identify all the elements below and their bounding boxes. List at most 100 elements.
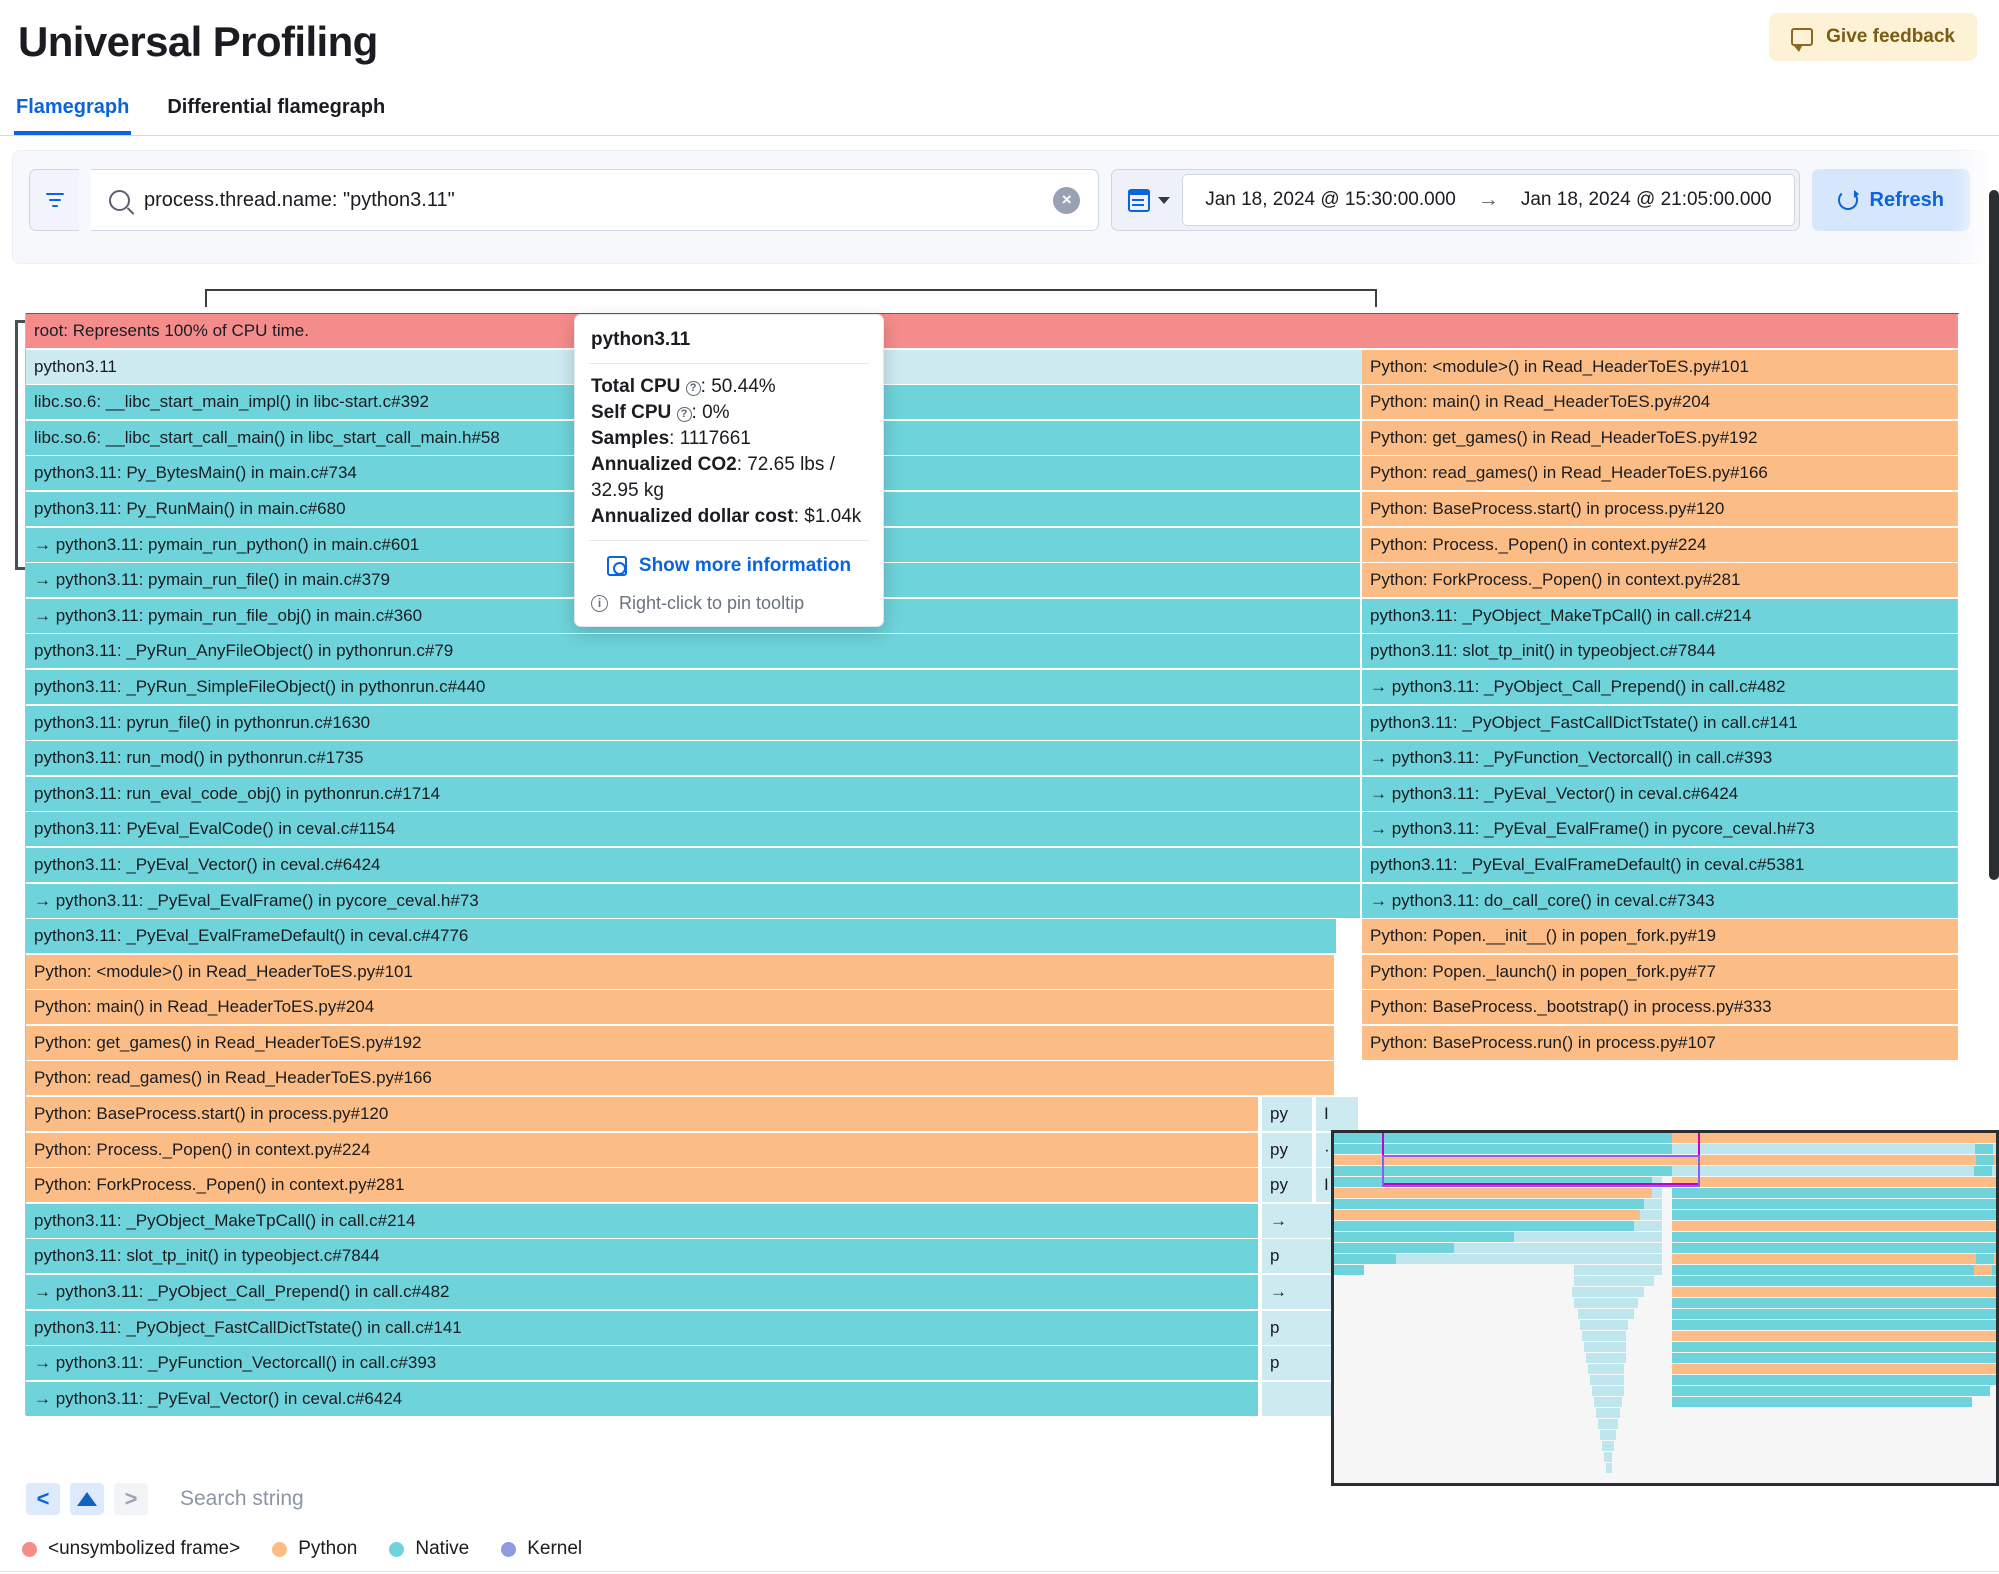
flamegraph-frame[interactable]: → python3.11: _PyEval_EvalFrame() in pyc… xyxy=(1362,812,1958,847)
flamegraph-frame[interactable]: Python: <module>() in Read_HeaderToES.py… xyxy=(26,954,1334,989)
minimap-frame xyxy=(1976,1254,1994,1265)
give-feedback-button[interactable]: Give feedback xyxy=(1769,13,1977,61)
legend-label: Native xyxy=(415,1538,470,1559)
flamegraph-frame[interactable]: py xyxy=(1262,1168,1312,1203)
minimap-frame xyxy=(1578,1309,1634,1320)
flamegraph-frame[interactable]: → python3.11: _PyEval_EvalFrame() in pyc… xyxy=(26,883,1360,918)
flamegraph-frame[interactable]: python3.11: _PyEval_EvalFrameDefault() i… xyxy=(26,919,1336,954)
minimap-frame xyxy=(1975,1276,1993,1287)
flamegraph-frame[interactable]: python3.11: _PyObject_FastCallDictTstate… xyxy=(26,1310,1258,1345)
flamegraph-frame[interactable]: py xyxy=(1262,1132,1312,1167)
minimap-frame xyxy=(1334,1199,1644,1210)
tab-bar: Flamegraph Differential flamegraph xyxy=(0,66,1999,135)
tooltip-metric-label: Samples xyxy=(591,428,670,449)
legend-item: Python xyxy=(272,1538,357,1560)
tab-differential-flamegraph[interactable]: Differential flamegraph xyxy=(165,96,387,135)
show-more-information-link[interactable]: Show more information xyxy=(575,541,883,589)
minimap-frame xyxy=(1672,1309,1996,1320)
date-range-display[interactable]: Jan 18, 2024 @ 15:30:00.000 → Jan 18, 20… xyxy=(1182,174,1795,226)
minimap-selection-inner[interactable] xyxy=(1382,1155,1700,1187)
legend-label: Kernel xyxy=(527,1538,583,1559)
flamegraph-frame[interactable]: python3.11: _PyEval_Vector() in ceval.c#… xyxy=(26,847,1360,882)
clear-search-button[interactable]: × xyxy=(1053,186,1081,214)
flamegraph-frame[interactable]: Python: get_games() in Read_HeaderToES.p… xyxy=(1362,420,1958,455)
flamegraph-frame[interactable]: I xyxy=(1316,1097,1358,1132)
tab-flamegraph[interactable]: Flamegraph xyxy=(14,96,131,135)
flamegraph-frame[interactable]: python3.11: slot_tp_init() in typeobject… xyxy=(1362,634,1958,669)
search-previous-button[interactable]: < xyxy=(26,1483,60,1515)
flamegraph-frame[interactable]: Python: BaseProcess.start() in process.p… xyxy=(1362,491,1958,526)
minimap-frame xyxy=(1588,1364,1624,1375)
flamegraph-frame[interactable]: python3.11: _PyObject_MakeTpCall() in ca… xyxy=(26,1203,1258,1238)
flamegraph-frame[interactable]: Python: get_games() in Read_HeaderToES.p… xyxy=(26,1025,1334,1060)
flamegraph-frame[interactable]: → python3.11: _PyObject_Call_Prepend() i… xyxy=(26,1275,1258,1310)
minimap-frame xyxy=(1672,1166,1996,1177)
flamegraph-frame[interactable]: → python3.11: _PyObject_Call_Prepend() i… xyxy=(1362,669,1958,704)
flamegraph-frame[interactable]: → python3.11: _PyFunction_Vectorcall() i… xyxy=(26,1346,1258,1381)
search-input[interactable]: process.thread.name: "python3.11" × xyxy=(91,169,1100,231)
flamegraph-frame[interactable]: Python: read_games() in Read_HeaderToES.… xyxy=(1362,456,1958,491)
flamegraph-frame[interactable]: python3.11: _PyRun_SimpleFileObject() in… xyxy=(26,669,1360,704)
flamegraph-frame[interactable]: Python: BaseProcess.start() in process.p… xyxy=(26,1097,1258,1132)
flamegraph-row: libc.so.6: __libc_start_call_main() in l… xyxy=(26,420,1958,457)
search-icon xyxy=(109,189,130,211)
date-quick-select-button[interactable] xyxy=(1116,174,1182,226)
flamegraph-row: Python: read_games() in Read_HeaderToES.… xyxy=(26,1061,1958,1097)
flamegraph-frame[interactable]: python3.11: _PyEval_EvalFrameDefault() i… xyxy=(1362,847,1958,882)
minimap-frame xyxy=(1586,1353,1626,1364)
flamegraph-frame[interactable]: → python3.11: _PyEval_Vector() in ceval.… xyxy=(1362,776,1958,811)
flamegraph-frame[interactable]: python3.11: _PyObject_MakeTpCall() in ca… xyxy=(1362,598,1958,633)
flamegraph-frame[interactable]: python3.11: run_mod() in pythonrun.c#173… xyxy=(26,741,1360,776)
flamegraph-search-input[interactable]: Search string xyxy=(180,1487,304,1511)
flamegraph-frame[interactable]: → python3.11: _PyEval_Vector() in ceval.… xyxy=(26,1381,1258,1416)
minimap-frame xyxy=(1652,1188,1662,1199)
minimap-frame xyxy=(1582,1331,1626,1342)
flamegraph-frame[interactable]: python3.11: pyrun_file() in pythonrun.c#… xyxy=(26,705,1360,740)
flamegraph-frame[interactable]: → python3.11: do_call_core() in ceval.c#… xyxy=(1362,883,1958,918)
flamegraph-row: python3.11: pyrun_file() in pythonrun.c#… xyxy=(26,705,1958,742)
flamegraph-frame[interactable]: python3.11: _PyRun_AnyFileObject() in py… xyxy=(26,634,1360,669)
flamegraph-frame[interactable]: Python: BaseProcess._bootstrap() in proc… xyxy=(1362,990,1958,1025)
flamegraph-frame[interactable]: Python: Popen.__init__() in popen_fork.p… xyxy=(1362,919,1958,954)
flamegraph-frame[interactable]: Python: main() in Read_HeaderToES.py#204 xyxy=(26,990,1334,1025)
flamegraph-frame[interactable]: python3.11: run_eval_code_obj() in pytho… xyxy=(26,776,1360,811)
flamegraph-frame[interactable]: Python: Process._Popen() in context.py#2… xyxy=(26,1132,1258,1167)
minimap-frame xyxy=(1672,1243,1996,1254)
minimap-frame xyxy=(1672,1397,1972,1408)
minimap-frame xyxy=(1592,1386,1624,1397)
flamegraph-row: libc.so.6: __libc_start_main_impl() in l… xyxy=(26,385,1958,421)
flamegraph-frame[interactable]: python3.11: PyEval_EvalCode() in ceval.c… xyxy=(26,812,1360,847)
search-next-button[interactable]: > xyxy=(114,1483,148,1515)
flamegraph-frame[interactable]: python3.11: _PyObject_FastCallDictTstate… xyxy=(1362,705,1958,740)
minimap-frame xyxy=(1590,1375,1624,1386)
flamegraph-frame[interactable]: Python: BaseProcess.run() in process.py#… xyxy=(1362,1025,1958,1060)
flamegraph-frame[interactable]: Python: ForkProcess._Popen() in context.… xyxy=(26,1168,1258,1203)
flamegraph-frame[interactable]: py xyxy=(1262,1097,1312,1132)
flamegraph-frame[interactable]: root: Represents 100% of CPU time. xyxy=(26,314,1958,348)
minimap-frame xyxy=(1672,1298,1996,1309)
minimap-frame xyxy=(1334,1254,1396,1265)
flamegraph-row: python3.11: _PyEval_EvalFrameDefault() i… xyxy=(26,919,1958,955)
flamegraph-frame[interactable]: → python3.11: _PyFunction_Vectorcall() i… xyxy=(1362,741,1958,776)
date-start[interactable]: Jan 18, 2024 @ 15:30:00.000 xyxy=(1205,189,1456,211)
search-up-button[interactable] xyxy=(70,1483,104,1515)
refresh-button[interactable]: Refresh xyxy=(1811,169,1970,231)
help-icon[interactable]: ? xyxy=(685,381,701,396)
flamegraph-frame[interactable]: Python: read_games() in Read_HeaderToES.… xyxy=(26,1061,1334,1096)
tooltip-metric-row: Samples: 1117661 xyxy=(591,426,867,452)
flamegraph-frame[interactable]: Python: <module>() in Read_HeaderToES.py… xyxy=(1362,349,1958,384)
help-icon[interactable]: ? xyxy=(676,407,692,422)
flamegraph-frame[interactable]: Python: Process._Popen() in context.py#2… xyxy=(1362,527,1958,562)
minimap-frame xyxy=(1976,1188,1994,1199)
date-end[interactable]: Jan 18, 2024 @ 21:05:00.000 xyxy=(1521,189,1772,211)
window-scrollbar[interactable] xyxy=(1989,190,1999,880)
flamegraph-frame[interactable]: Python: Popen._launch() in popen_fork.py… xyxy=(1362,954,1958,989)
tooltip-title: python3.11 xyxy=(591,329,691,350)
tooltip-metric-value: : 50.44% xyxy=(700,376,776,397)
flamegraph-frame[interactable]: Python: ForkProcess._Popen() in context.… xyxy=(1362,563,1958,598)
chevron-down-icon xyxy=(1158,196,1171,204)
flamegraph-frame[interactable]: Python: main() in Read_HeaderToES.py#204 xyxy=(1362,385,1958,420)
flamegraph-frame[interactable]: python3.11: slot_tp_init() in typeobject… xyxy=(26,1239,1258,1274)
flamegraph-minimap[interactable] xyxy=(1331,1130,1999,1486)
filter-button[interactable] xyxy=(29,169,79,231)
